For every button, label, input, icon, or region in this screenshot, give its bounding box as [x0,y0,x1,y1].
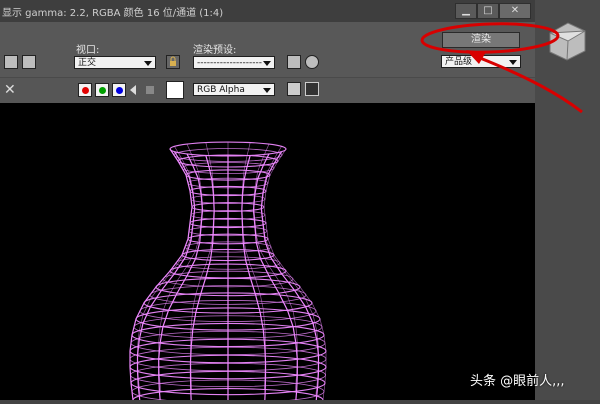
annotation-overlay [420,22,583,114]
annotation-arrow-line [479,56,583,114]
watermark: 头条 @眼前人,,, [470,374,565,389]
annotation-arrow-head [466,50,486,64]
highlight-ellipse [420,22,560,54]
